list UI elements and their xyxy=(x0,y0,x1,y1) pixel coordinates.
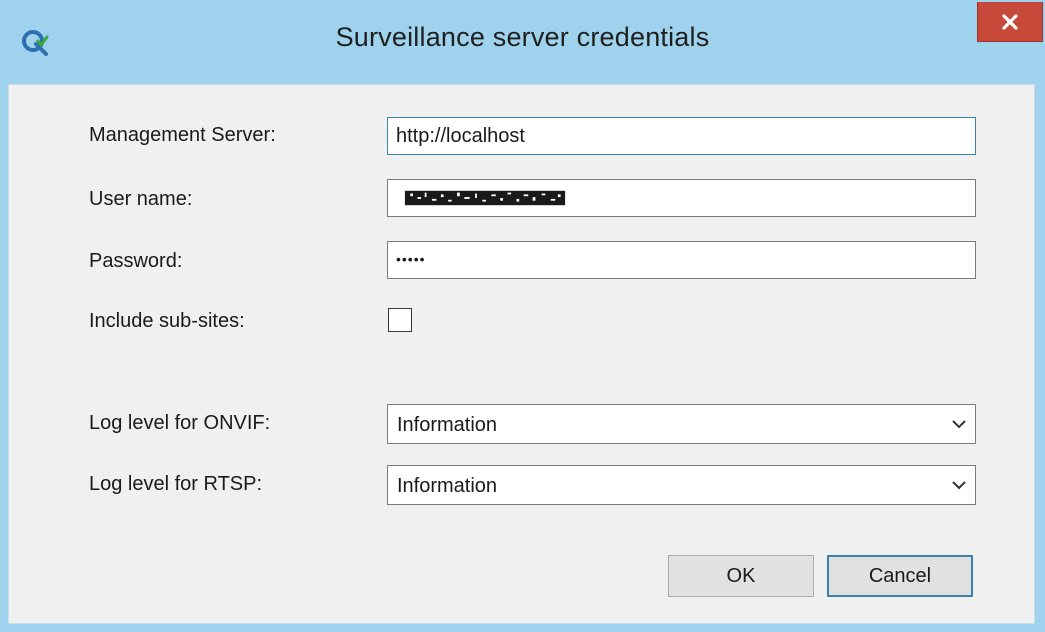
password-input[interactable]: ••••• xyxy=(387,241,976,279)
password-label: Password: xyxy=(89,250,183,272)
redacted-username xyxy=(404,190,566,206)
log-level-onvif-value: Information xyxy=(397,414,498,436)
log-level-rtsp-label: Log level for RTSP: xyxy=(89,473,263,495)
window-title: Surveillance server credentials xyxy=(335,22,710,52)
title-bar: Surveillance server credentials xyxy=(0,0,1045,84)
chevron-down-icon xyxy=(952,420,966,429)
ok-button[interactable]: OK xyxy=(668,555,814,597)
close-icon xyxy=(1002,13,1018,30)
chevron-down-icon xyxy=(952,481,966,490)
log-level-onvif-select[interactable]: Information xyxy=(387,404,976,444)
log-level-rtsp-select[interactable]: Information xyxy=(387,465,976,505)
cancel-button[interactable]: Cancel xyxy=(827,555,973,597)
management-server-input[interactable]: http://localhost xyxy=(387,117,976,155)
log-level-onvif-label: Log level for ONVIF: xyxy=(89,412,271,434)
close-button[interactable] xyxy=(977,2,1043,42)
management-server-label: Management Server: xyxy=(89,124,276,146)
user-name-label: User name: xyxy=(89,188,193,210)
dialog-window: Surveillance server credentials Manageme… xyxy=(0,0,1045,632)
log-level-rtsp-value: Information xyxy=(397,475,498,497)
include-subsites-label: Include sub-sites: xyxy=(89,310,245,332)
include-subsites-checkbox[interactable] xyxy=(388,308,412,332)
user-name-input[interactable] xyxy=(387,179,976,217)
dialog-body: Management Server: http://localhost User… xyxy=(8,84,1035,624)
